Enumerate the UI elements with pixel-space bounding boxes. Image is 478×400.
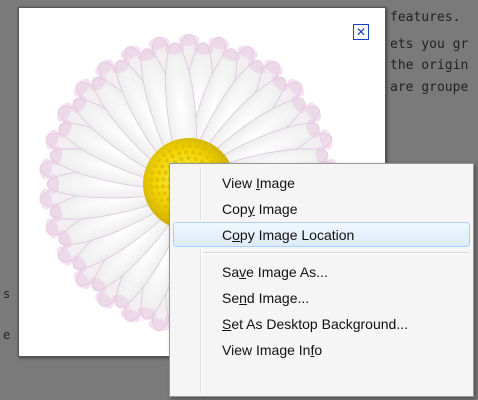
daisy-floret [150,170,155,175]
menu-item-copy-image-location[interactable]: Copy Image Location [173,222,470,247]
daisy-floret [163,203,168,209]
daisy-floret [148,184,154,189]
daisy-floret [156,204,161,209]
daisy-floret [157,158,162,163]
daisy-floret [153,164,158,169]
daisy-floret [194,144,199,149]
daisy-floret [161,177,166,182]
menu-item-label: View Image [222,175,295,191]
daisy-floret [155,184,160,189]
background-text-fragment: s [3,287,11,301]
menu-item-save-image-as[interactable]: Save Image As... [173,259,470,284]
background-text-fragment: e [3,328,11,342]
daisy-floret [177,151,182,156]
daisy-floret [198,151,203,157]
daisy-floret [149,177,154,182]
daisy-floret [174,146,179,151]
daisy-floret [186,155,191,161]
menu-item-label: Copy Image Location [222,227,355,243]
daisy-floret [162,191,167,196]
menu-item-label: Send Image... [222,290,310,306]
background-text-line: are groupe [390,80,469,95]
background-text-line: features. [390,10,461,25]
daisy-floret [193,156,198,161]
daisy-floret [170,154,175,159]
daisy-floret [213,154,218,159]
daisy-floret [187,143,193,149]
daisy-floret [155,177,160,182]
background-text-line: the origin [390,58,469,73]
menu-item-label: View Image Info [222,342,323,358]
close-glyph: ✕ [355,25,367,39]
menu-item-view-image-info[interactable]: View Image Info [173,337,470,362]
close-icon[interactable]: ✕ [353,24,369,40]
daisy-floret [180,144,186,149]
daisy-floret [163,170,168,175]
menu-item-copy-image[interactable]: Copy Image [173,196,470,221]
daisy-floret [160,164,165,169]
daisy-floret [201,146,206,152]
daisy-floret [161,184,166,189]
daisy-floret [152,198,157,203]
menu-item-send-image[interactable]: Send Image... [173,285,470,310]
background-text-line: ets you gr [390,37,469,52]
daisy-floret [156,170,162,175]
daisy-floret [156,191,161,196]
menu-item-view-image[interactable]: View Image [173,170,470,195]
daisy-petal-tip [47,174,59,194]
daisy-floret [160,209,165,214]
context-menu: View Image Copy Image Copy Image Locatio… [169,163,474,397]
daisy-floret [150,191,155,196]
daisy-floret [184,150,189,155]
daisy-floret [161,153,167,158]
daisy-floret [191,150,196,155]
daisy-floret [179,157,184,162]
menu-item-set-as-desktop-background[interactable]: Set As Desktop Background... [173,311,470,336]
menu-item-label: Set As Desktop Background... [222,316,408,332]
menu-item-label: Copy Image [222,201,298,217]
daisy-floret [207,150,212,155]
daisy-floret [159,198,164,203]
daisy-floret [167,149,172,154]
menu-separator [203,252,468,254]
menu-item-label: Save Image As... [222,264,328,280]
daisy-floret [204,155,209,160]
